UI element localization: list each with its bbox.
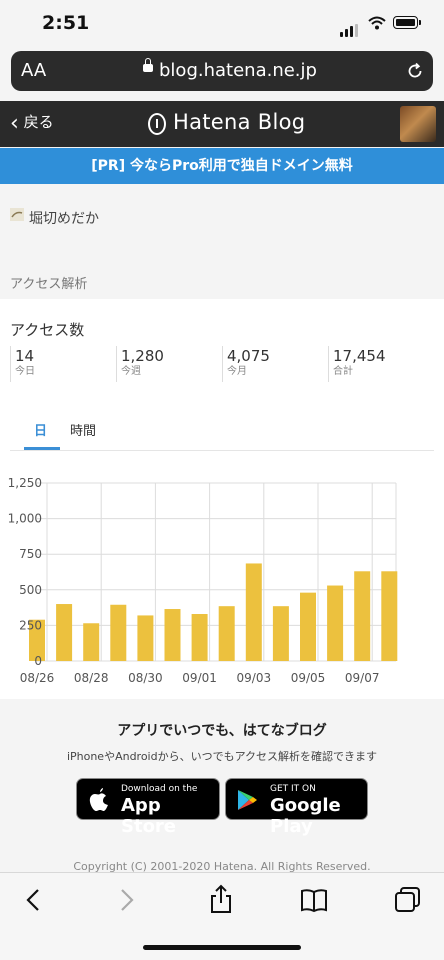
chart-bar[interactable] <box>137 615 154 661</box>
chart-bar[interactable] <box>381 571 398 661</box>
blog-name[interactable]: 堀切めだか <box>29 208 99 228</box>
google-play-small: GET IT ON <box>270 784 316 794</box>
chart-bar[interactable] <box>191 614 208 661</box>
y-tick-label: 500 <box>19 583 42 597</box>
reload-icon[interactable] <box>406 62 424 80</box>
battery-icon <box>393 16 421 29</box>
chart-bar[interactable] <box>218 606 235 661</box>
y-tick-label: 750 <box>19 547 42 561</box>
forward-arrow-icon[interactable] <box>114 884 138 916</box>
home-indicator <box>143 945 301 950</box>
x-tick-label: 09/01 <box>182 671 217 685</box>
stat-week: 1,280 今週 <box>116 346 217 382</box>
hatena-blog-logo[interactable]: Hatena Blog <box>173 110 305 134</box>
chart-bar[interactable] <box>245 563 262 661</box>
tab-hour[interactable]: 時間 <box>70 420 96 439</box>
chart-bar[interactable] <box>83 623 100 661</box>
wifi-icon <box>368 16 386 30</box>
y-tick-label: 1,250 <box>8 476 42 490</box>
y-tick-label: 0 <box>34 654 42 668</box>
stat-label: 今日 <box>15 366 35 377</box>
status-time: 2:51 <box>42 12 90 34</box>
section-title: アクセス解析 <box>10 277 88 292</box>
chart-bar[interactable] <box>327 585 344 661</box>
back-link[interactable]: ‹ 戻る <box>10 111 54 136</box>
stat-month: 4,075 今月 <box>222 346 323 382</box>
hatena-logo-icon <box>148 113 166 135</box>
y-tick-label: 250 <box>19 618 42 632</box>
url-text[interactable]: blog.hatena.ne.jp <box>159 60 317 81</box>
share-icon[interactable] <box>208 884 234 916</box>
back-label: 戻る <box>23 113 54 131</box>
tabs-icon[interactable] <box>394 884 422 916</box>
address-bar[interactable]: AA blog.hatena.ne.jp <box>11 51 433 91</box>
stat-total: 17,454 合計 <box>328 346 429 382</box>
google-play-big: Google Play <box>270 795 341 837</box>
stat-label: 今週 <box>121 366 141 377</box>
chevron-left-icon: ‹ <box>10 111 19 136</box>
stat-value: 17,454 <box>333 347 386 365</box>
tab-day[interactable]: 日 <box>34 420 47 439</box>
stat-today: 14 今日 <box>10 346 111 382</box>
back-arrow-icon[interactable] <box>22 884 46 916</box>
chart-bar[interactable] <box>272 606 289 661</box>
bookmarks-icon[interactable] <box>300 884 328 916</box>
blog-header: ‹ 戻る Hatena Blog <box>0 101 444 147</box>
tabs-divider <box>10 450 434 451</box>
chart-bar[interactable] <box>354 571 371 661</box>
x-tick-label: 09/03 <box>237 671 272 685</box>
app-store-big: App Store <box>121 795 177 837</box>
avatar[interactable] <box>400 106 436 142</box>
promo-title: アプリでいつでも、はてなブログ <box>117 723 327 739</box>
app-store-button[interactable]: Download on the App Store <box>76 778 220 837</box>
app-store-small: Download on the <box>121 784 198 794</box>
chart-bar[interactable] <box>300 592 316 661</box>
text-size-button[interactable]: AA <box>21 60 46 81</box>
blog-favicon-icon <box>10 208 24 221</box>
stat-label: 合計 <box>333 366 353 377</box>
access-title: アクセス数 <box>10 321 85 339</box>
x-tick-label: 08/30 <box>128 671 163 685</box>
stat-value: 4,075 <box>227 347 270 365</box>
x-tick-label: 09/07 <box>345 671 380 685</box>
google-play-icon <box>238 790 257 810</box>
apple-icon <box>89 788 108 811</box>
stat-label: 今月 <box>227 366 247 377</box>
x-tick-label: 08/26 <box>20 671 55 685</box>
promo-subtitle: iPhoneやAndroidから、いつでもアクセス解析を確認できます <box>66 750 378 763</box>
chart-bar[interactable] <box>110 604 127 661</box>
stat-value: 1,280 <box>121 347 164 365</box>
x-tick-label: 08/28 <box>74 671 109 685</box>
access-chart: 0 250 500 750 1,000 1,250 08/26 08/28 08/30 09/0… <box>8 476 398 685</box>
stat-value: 14 <box>15 347 35 365</box>
chart-bar[interactable] <box>164 609 181 661</box>
chart-bar[interactable] <box>56 604 73 661</box>
signal-icon <box>340 18 360 37</box>
x-tick-label: 09/05 <box>291 671 326 685</box>
pr-banner[interactable]: [PR] 今ならPro利用で独自ドメイン無料 <box>0 148 444 184</box>
google-play-button[interactable]: GET IT ON Google Play <box>225 778 368 837</box>
lock-icon <box>143 58 153 72</box>
y-tick-label: 1,000 <box>8 512 42 526</box>
